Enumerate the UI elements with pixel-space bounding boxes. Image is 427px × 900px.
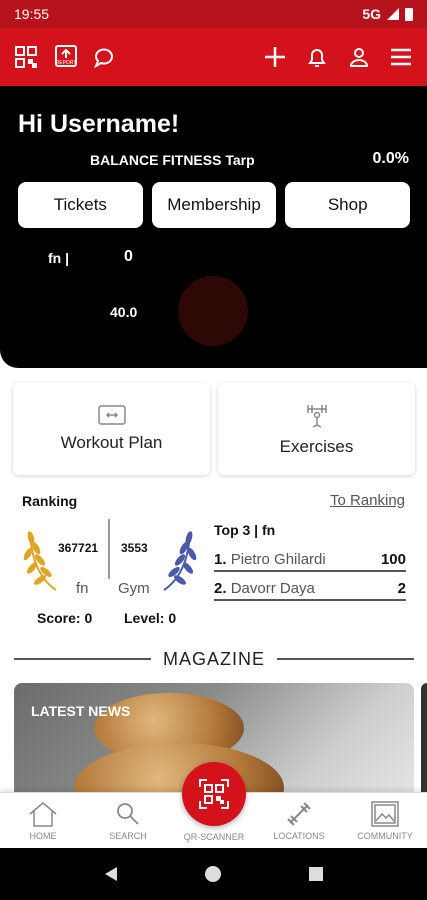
recents-icon[interactable]	[307, 865, 325, 883]
shop-button[interactable]: Shop	[285, 182, 411, 228]
bell-icon[interactable]	[303, 43, 331, 71]
nav-search-label: SEARCH	[109, 831, 147, 841]
status-time: 19:55	[14, 6, 50, 22]
fn-rank-label: fn	[76, 580, 89, 597]
network-label: 5G	[362, 6, 381, 22]
menu-icon[interactable]	[387, 43, 415, 71]
top3-row[interactable]: 1. Pietro Ghilardi 100	[214, 548, 406, 572]
top3-row[interactable]: 2. Davorr Daya 2	[214, 577, 406, 601]
nav-home[interactable]: HOME	[3, 801, 83, 841]
home-circle-icon[interactable]	[204, 865, 222, 883]
workout-plan-label: Workout Plan	[60, 433, 163, 452]
workout-plan-card[interactable]: Workout Plan	[13, 383, 210, 475]
exercises-label: Exercises	[279, 437, 354, 456]
magazine-header: MAGAZINE	[14, 647, 415, 671]
hero-panel: Hi Username! BALANCE FITNESS Tarp 0.0% T…	[0, 86, 427, 368]
nav-community[interactable]: COMMUNITY	[345, 801, 425, 841]
home-icon	[29, 802, 57, 827]
gold-laurel-icon	[23, 531, 57, 591]
gym-count: 3553	[121, 541, 148, 555]
header-left-actions: REPORT	[12, 43, 120, 71]
status-indicators: 5G	[362, 6, 413, 22]
nav-qr-scanner-label[interactable]: QR-SCANNER	[174, 832, 254, 842]
ranking-title: Ranking	[22, 493, 78, 509]
latest-news-label: LATEST NEWS	[31, 703, 131, 719]
fn-value: 0	[124, 248, 133, 265]
fn-count: 367721	[58, 541, 99, 555]
magazine-divider-right	[277, 658, 415, 660]
status-bar: 19:55 5G	[0, 0, 427, 28]
hero-value: 40.0	[110, 304, 138, 320]
report-icon-label: REPORT	[56, 60, 77, 66]
nav-locations-label: LOCATIONS	[273, 831, 325, 841]
qr-scanner-button[interactable]	[182, 762, 246, 826]
to-ranking-link[interactable]: To Ranking	[330, 492, 405, 509]
magazine-title: MAGAZINE	[163, 648, 266, 669]
top3-title: Top 3 | fn	[214, 522, 276, 538]
back-icon[interactable]	[102, 865, 120, 883]
hero-buttons: Tickets Membership Shop	[18, 182, 411, 228]
user-icon[interactable]	[345, 43, 373, 71]
studio-percent: 0.0%	[372, 150, 409, 167]
chat-icon[interactable]	[92, 43, 120, 71]
battery-icon	[405, 7, 413, 21]
gym-rank-label: Gym	[118, 580, 150, 597]
blue-laurel-icon	[163, 531, 197, 591]
top3-name: Pietro Ghilardi	[230, 550, 326, 568]
qr-scanner-icon	[199, 779, 229, 809]
top3-row-name: 1. Pietro Ghilardi	[214, 551, 326, 568]
nav-search[interactable]: SEARCH	[88, 801, 168, 841]
nav-community-label: COMMUNITY	[357, 831, 413, 841]
top3-points: 2	[397, 579, 406, 597]
signal-icon	[387, 8, 399, 20]
top3-row-name: 2. Davorr Daya	[214, 580, 315, 597]
header-right-actions	[261, 43, 415, 71]
magazine-divider-left	[14, 658, 151, 660]
top3-rank: 2.	[214, 579, 227, 597]
exercises-icon	[306, 405, 327, 428]
score-text: Score: 0	[37, 610, 93, 626]
top3-name: Davorr Daya	[230, 579, 315, 597]
report-icon[interactable]: REPORT	[52, 43, 80, 71]
hero-background-glow	[178, 276, 248, 346]
dumbbell-icon	[287, 802, 311, 826]
next-news-card[interactable]	[421, 683, 427, 803]
search-icon	[117, 803, 139, 825]
community-icon	[371, 801, 399, 827]
studio-name: BALANCE FITNESS Tarp	[90, 152, 255, 168]
qr-code-icon[interactable]	[12, 43, 40, 71]
top3-points: 100	[380, 550, 406, 568]
greeting: Hi Username!	[18, 110, 180, 138]
plus-icon[interactable]	[261, 43, 289, 71]
top3-rank: 1.	[214, 550, 227, 568]
nav-home-label: HOME	[29, 831, 57, 841]
level-text: Level: 0	[124, 610, 177, 626]
ranking-divider	[108, 519, 110, 579]
workout-plan-icon	[97, 405, 126, 425]
membership-button[interactable]: Membership	[151, 182, 277, 228]
nav-locations[interactable]: LOCATIONS	[259, 801, 339, 841]
app-header: REPORT	[0, 28, 427, 86]
tickets-button[interactable]: Tickets	[18, 182, 143, 228]
system-nav-bar	[0, 848, 427, 900]
exercises-card[interactable]: Exercises	[218, 383, 415, 475]
fn-label: fn |	[48, 250, 70, 266]
